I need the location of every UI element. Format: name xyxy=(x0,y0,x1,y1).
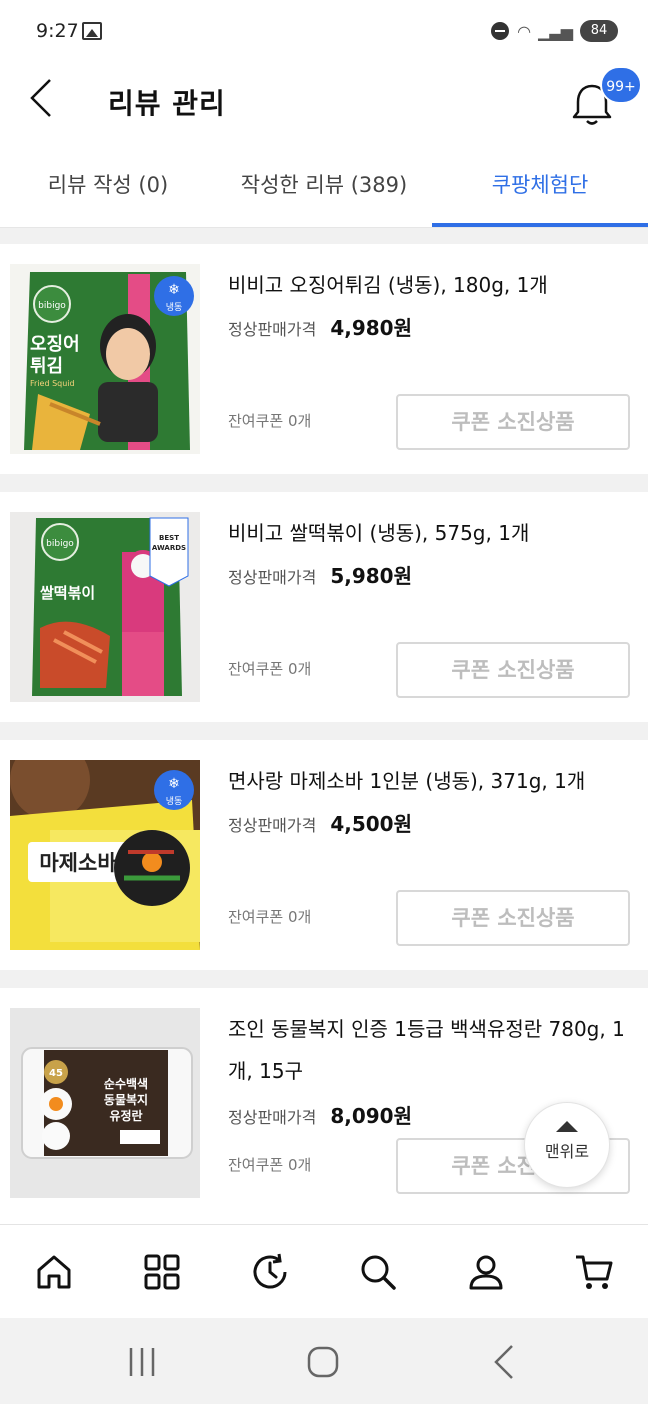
price-value: 4,980원 xyxy=(330,316,412,340)
notification-badge: 99+ xyxy=(600,66,642,104)
image-icon xyxy=(82,22,102,40)
arrow-up-icon xyxy=(556,1121,578,1132)
product-name[interactable]: 비비고 쌀떡볶이 (냉동), 575g, 1개 xyxy=(228,512,628,554)
price-label: 정상판매가격 xyxy=(228,816,317,835)
nav-home[interactable] xyxy=(27,1245,81,1299)
category-icon xyxy=(144,1254,180,1290)
product-card[interactable]: bibigo 쌀떡볶이 BEST AWARDS 비비고 쌀떡볶이 (냉동), 5… xyxy=(0,492,648,722)
product-image[interactable]: 45 순수백색 동물복지 유정란 xyxy=(10,1008,200,1198)
nav-cart[interactable] xyxy=(567,1245,621,1299)
do-not-disturb-icon xyxy=(491,22,510,40)
status-icons: ◠ ▁▃▅ 84 xyxy=(491,20,618,42)
nav-search[interactable] xyxy=(351,1245,405,1299)
product-image[interactable]: bibigo 쌀떡볶이 BEST AWARDS xyxy=(10,512,200,702)
nav-my-page[interactable] xyxy=(459,1245,513,1299)
product-card[interactable]: 마제소바 ❄ 냉동 면사랑 마제소바 1인분 (냉동), 371g, 1개 정상… xyxy=(0,740,648,970)
price-row: 정상판매가격 5,980원 xyxy=(228,560,412,589)
coupons-left: 잔여쿠폰 0개 xyxy=(228,908,312,926)
price-row: 정상판매가격 4,980원 xyxy=(228,312,412,341)
coupon-soldout-button[interactable]: 쿠폰 소진상품 xyxy=(396,890,630,946)
user-icon xyxy=(469,1255,503,1290)
price-label: 정상판매가격 xyxy=(228,320,317,339)
coupons-left: 잔여쿠폰 0개 xyxy=(228,1156,312,1174)
notification-button[interactable]: 99+ xyxy=(570,66,642,128)
search-icon xyxy=(361,1255,396,1290)
snowflake-icon: ❄ xyxy=(168,282,180,298)
price-value: 5,980원 xyxy=(330,564,412,588)
home-button-icon[interactable] xyxy=(303,1342,343,1382)
tab-write-review[interactable]: 리뷰 작성 (0) xyxy=(0,150,216,228)
price-value: 4,500원 xyxy=(330,812,412,836)
svg-text:유정란: 유정란 xyxy=(109,1108,142,1123)
product-name[interactable]: 비비고 오징어튀김 (냉동), 180g, 1개 xyxy=(228,264,628,306)
svg-text:45: 45 xyxy=(49,1068,63,1079)
svg-text:Fried Squid: Fried Squid xyxy=(30,379,75,388)
price-row: 정상판매가격 4,500원 xyxy=(228,808,412,837)
product-card[interactable]: bibigo 오징어 튀김 Fried Squid ❄ 냉동 비비고 오징어튀김… xyxy=(0,244,648,474)
recent-apps-icon[interactable] xyxy=(122,1342,162,1382)
page-title: 리뷰 관리 xyxy=(108,87,226,120)
svg-text:마제소바: 마제소바 xyxy=(39,851,117,875)
brand-text: bibigo xyxy=(46,539,74,549)
price-label: 정상판매가격 xyxy=(228,568,317,587)
battery-indicator: 84 xyxy=(580,20,618,42)
tab-written-reviews[interactable]: 작성한 리뷰 (389) xyxy=(216,150,432,228)
product-list[interactable]: bibigo 오징어 튀김 Fried Squid ❄ 냉동 비비고 오징어튀김… xyxy=(0,228,648,1224)
system-navigation xyxy=(0,1318,648,1404)
signal-icon: ▁▃▅ xyxy=(538,21,573,41)
svg-text:AWARDS: AWARDS xyxy=(152,544,186,552)
product-name[interactable]: 조인 동물복지 인증 1등급 백색유정란 780g, 1개, 15구 xyxy=(228,1008,628,1092)
cart-icon xyxy=(576,1255,613,1289)
product-image[interactable]: bibigo 오징어 튀김 Fried Squid ❄ 냉동 xyxy=(10,264,200,454)
svg-text:BEST: BEST xyxy=(159,534,179,542)
scroll-to-top-label: 맨위로 xyxy=(544,1142,590,1161)
review-tabs: 리뷰 작성 (0) 작성한 리뷰 (389) 쿠팡체험단 xyxy=(0,150,648,228)
svg-text:쌀떡볶이: 쌀떡볶이 xyxy=(40,584,95,602)
brand-text: bibigo xyxy=(38,301,66,311)
snowflake-icon: ❄ xyxy=(168,776,180,792)
coupon-soldout-button[interactable]: 쿠폰 소진상품 xyxy=(396,642,630,698)
svg-text:순수백색: 순수백색 xyxy=(104,1076,148,1091)
back-button-icon[interactable] xyxy=(486,1342,526,1382)
nav-recent[interactable] xyxy=(243,1245,297,1299)
scroll-to-top-button[interactable]: 맨위로 xyxy=(524,1102,610,1188)
status-bar: 9:27 ◠ ▁▃▅ 84 xyxy=(0,0,648,64)
price-value: 8,090원 xyxy=(330,1104,412,1128)
bottom-navigation xyxy=(0,1224,648,1318)
wifi-icon: ◠ xyxy=(517,21,531,41)
nav-category[interactable] xyxy=(135,1245,189,1299)
svg-text:냉동: 냉동 xyxy=(166,302,183,313)
active-tab-indicator xyxy=(432,223,648,227)
home-icon xyxy=(37,1255,71,1289)
svg-text:오징어: 오징어 xyxy=(30,334,80,355)
coupons-left: 잔여쿠폰 0개 xyxy=(228,660,312,678)
svg-text:동물복지: 동물복지 xyxy=(104,1092,148,1107)
coupons-left: 잔여쿠폰 0개 xyxy=(228,412,312,430)
status-time: 9:27 xyxy=(36,20,79,42)
svg-text:냉동: 냉동 xyxy=(166,796,183,807)
app-header: 리뷰 관리 99+ xyxy=(0,64,648,140)
recent-icon xyxy=(253,1253,287,1289)
tab-coupang-experience[interactable]: 쿠팡체험단 xyxy=(432,150,648,228)
svg-text:튀김: 튀김 xyxy=(30,356,63,377)
product-image[interactable]: 마제소바 ❄ 냉동 xyxy=(10,760,200,950)
price-label: 정상판매가격 xyxy=(228,1108,317,1127)
back-icon[interactable] xyxy=(26,78,66,118)
product-name[interactable]: 면사랑 마제소바 1인분 (냉동), 371g, 1개 xyxy=(228,760,628,802)
coupon-soldout-button[interactable]: 쿠폰 소진상품 xyxy=(396,394,630,450)
price-row: 정상판매가격 8,090원 xyxy=(228,1100,412,1129)
